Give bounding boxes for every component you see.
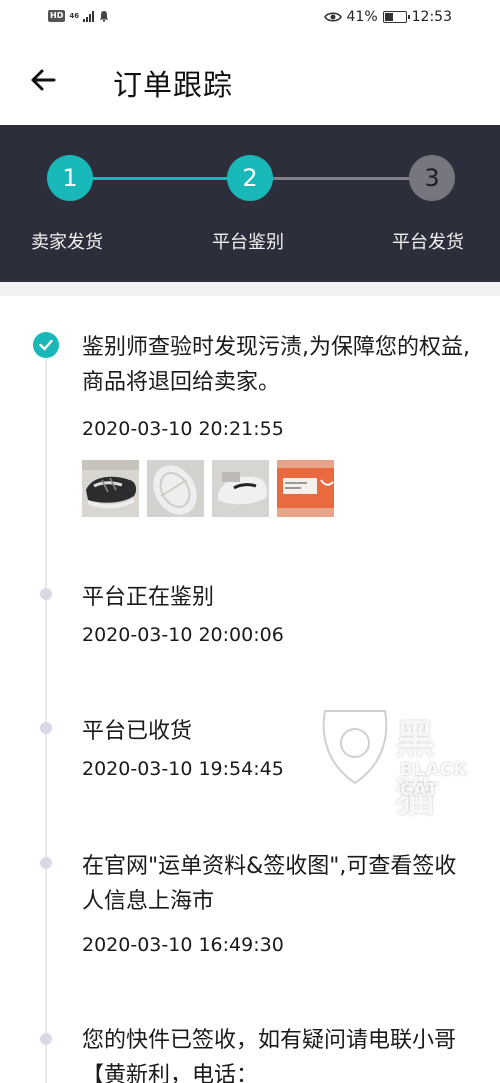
watermark-english: BLACK CAT bbox=[400, 760, 468, 800]
timeline-event-text: 您的快件已签收，如有疑问请电联小哥【黄新利，电话： bbox=[82, 1028, 457, 1083]
shoebox-photo[interactable] bbox=[277, 460, 334, 517]
timeline-dot bbox=[40, 1033, 52, 1045]
timeline-dot bbox=[40, 857, 52, 869]
timeline-event-time: 2020-03-10 20:00:06 bbox=[82, 624, 284, 646]
signal-icon bbox=[83, 10, 95, 22]
progress-line-pending bbox=[250, 177, 432, 180]
order-progress-steps: 1 2 3 卖家发货 平台鉴别 平台发货 bbox=[0, 125, 500, 282]
back-arrow-icon[interactable] bbox=[28, 64, 60, 96]
clock: 12:53 bbox=[411, 9, 452, 25]
shoe-photo-sole[interactable] bbox=[147, 460, 204, 517]
step-circle-2: 2 bbox=[227, 155, 273, 201]
shoe-photo-top[interactable] bbox=[82, 460, 139, 517]
page-title: 订单跟踪 bbox=[113, 68, 234, 102]
timeline-event-text: 在官网"运单资料&签收图",可查看签收人信息上海市 bbox=[82, 854, 457, 914]
step-label-1: 卖家发货 bbox=[31, 232, 103, 253]
battery-icon bbox=[382, 11, 410, 23]
check-icon bbox=[33, 332, 59, 358]
timeline-event-text: 鉴别师查验时发现污渍,为保障您的权益,商品将退回给卖家。 bbox=[82, 335, 470, 395]
timeline-event-text: 平台正在鉴别 bbox=[82, 585, 215, 610]
status-left: HD 46 bbox=[48, 10, 110, 22]
network-type: 46 bbox=[69, 11, 80, 20]
status-bar: HD 46 41% 12:53 bbox=[0, 0, 500, 40]
battery-percent: 41% bbox=[346, 9, 378, 25]
eye-icon bbox=[323, 12, 342, 22]
shoe-photo-side[interactable] bbox=[212, 460, 269, 517]
step-label-2: 平台鉴别 bbox=[212, 232, 284, 253]
step-label-3: 平台发货 bbox=[392, 232, 464, 253]
timeline-dot bbox=[40, 588, 52, 600]
step-circle-1: 1 bbox=[47, 155, 93, 201]
timeline-dot bbox=[40, 722, 52, 734]
timeline-line bbox=[45, 341, 47, 1083]
timeline-event-time: 2020-03-10 20:21:55 bbox=[82, 418, 284, 440]
progress-line-completed bbox=[70, 177, 250, 180]
status-right: 41% 12:53 bbox=[323, 9, 452, 25]
timeline-event-time: 2020-03-10 16:49:30 bbox=[82, 934, 284, 956]
timeline-event-time: 2020-03-10 19:54:45 bbox=[82, 758, 284, 780]
notification-bell-icon bbox=[99, 11, 109, 22]
hd-badge: HD bbox=[48, 10, 66, 22]
app-header: 订单跟踪 bbox=[0, 40, 500, 125]
tracking-timeline[interactable]: 鉴别师查验时发现污渍,为保障您的权益,商品将退回给卖家。 2020-03-10 … bbox=[0, 296, 500, 1083]
black-cat-logo-icon bbox=[322, 710, 388, 785]
step-circle-3: 3 bbox=[409, 155, 455, 201]
